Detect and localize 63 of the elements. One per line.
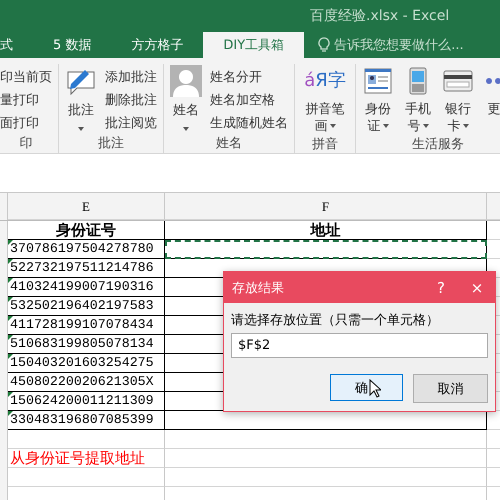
help-button[interactable]: ? [423,278,459,296]
table-cell: 身份证号 [8,221,165,240]
dialog-title: 存放结果 [232,280,285,296]
prompt-text: 请选择存放位置（只需一个单元格） [231,312,440,329]
phone-icon [409,67,427,95]
ribbon-tab[interactable]: DIY工具箱 [203,32,304,58]
ribbon-command[interactable]: 姓名分开 [210,68,288,88]
column-header[interactable]: F [165,193,487,220]
dialog-button[interactable]: 取消 [413,374,488,403]
group-label: 生活服务 [411,136,465,154]
caret-icon [462,124,468,128]
dialog-button[interactable]: 确 [330,374,403,401]
ribbon-big-button[interactable]: 银行卡 [442,64,474,135]
ribbon-big-button[interactable]: 身份证 [362,64,394,135]
table-cell: 地址 [165,221,487,240]
table-cell: 330483196807085399 [8,411,165,430]
group-label: 姓名 [215,135,243,153]
table-cell: 522732197511214786 [8,259,165,278]
ribbon-command[interactable]: 量打印 [0,91,52,111]
ribbon-command[interactable]: 生成随机姓名 [210,114,288,134]
table-cell: 532502196402197583 [8,297,165,316]
note-text: 从身份证号提取地址 [8,449,165,468]
ribbon-command[interactable]: 印当前页 [0,68,52,88]
ribbon-big-button[interactable]: 手机号 [402,64,434,135]
row-header[interactable] [0,221,8,240]
ribbon-command[interactable]: 添加批注 [105,68,157,88]
caret-icon [78,127,84,131]
ribbon-big-button[interactable]: áЯ字 拼音笔画 [301,64,349,135]
id-card-icon [364,68,392,94]
caret-icon [422,124,428,128]
input-field[interactable]: $F$2 [231,333,488,358]
ribbon-big-button[interactable]: 更 [482,64,500,135]
ribbon-tab[interactable]: 方方格子 [111,32,204,58]
group-label: 印 [18,135,34,153]
avatar-icon [170,65,202,97]
ribbon-command[interactable]: 面打印 [0,114,52,134]
pinyin-icon: áЯ字 [304,73,346,89]
table-cell: 150624200011211309 [8,392,165,411]
ribbon-tab[interactable]: 5 数据 [33,32,112,58]
ribbon-big-button[interactable]: 批注 [65,64,97,134]
table-cell: 410324199007190316 [8,278,165,297]
bank-card-icon [443,70,473,92]
table-cell: 150403201603254275 [8,354,165,373]
close-button[interactable]: × [459,278,495,296]
table-cell: 510683199805078134 [8,335,165,354]
table-cell: 45080220020621305X [8,373,165,392]
caret-icon [330,124,336,128]
table-cell: 370786197504278780 [8,240,165,259]
tell-me-field[interactable]: 告诉我您想要做什么... [334,36,464,54]
mouse-cursor-icon [369,379,381,398]
table-cell: 411728199107078434 [8,316,165,335]
lightbulb-icon [318,37,330,53]
ribbon-big-button[interactable]: 姓名 [170,64,202,134]
group-label: 批注 [97,135,125,153]
window-title: 百度经验.xlsx - Excel [310,7,450,25]
caret-icon [183,127,189,131]
caret-icon [382,124,388,128]
ribbon-command[interactable]: 姓名加空格 [210,91,288,111]
ribbon-tab[interactable]: 式 [0,32,33,58]
ribbon-command[interactable]: 批注阅览 [105,114,157,134]
ribbon-command[interactable]: 删除批注 [105,91,157,111]
group-label: 拼音 [311,136,339,154]
column-header[interactable]: E [8,193,165,220]
